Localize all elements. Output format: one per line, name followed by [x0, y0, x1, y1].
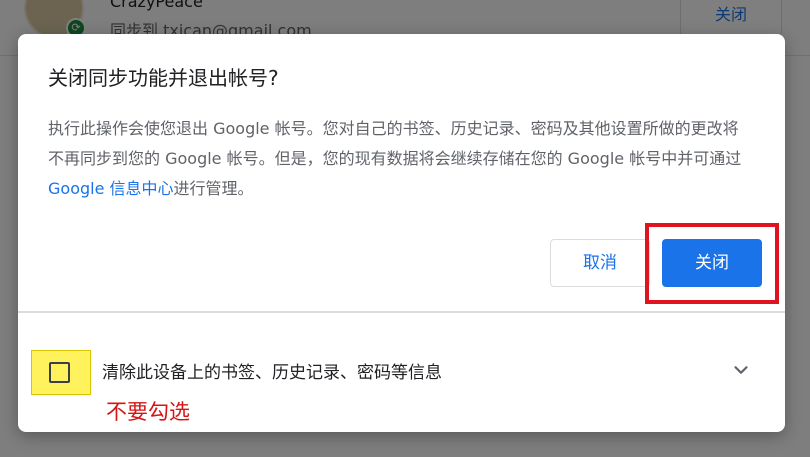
dialog-body: 执行此操作会使您退出 Google 帐号。您对自己的书签、历史记录、密码及其他设…	[48, 114, 753, 204]
dialog-body-text-end: 进行管理。	[173, 179, 254, 198]
turn-off-sync-dialog: 关闭同步功能并退出帐号? 执行此操作会使您退出 Google 帐号。您对自己的书…	[18, 34, 785, 432]
cancel-button[interactable]: 取消	[550, 239, 650, 287]
dialog-title: 关闭同步功能并退出帐号?	[48, 66, 279, 90]
annotation-note: 不要勾选	[106, 400, 190, 424]
clear-data-checkbox-label[interactable]: 清除此设备上的书签、历史记录、密码等信息	[102, 358, 442, 383]
dialog-body-text: 执行此操作会使您退出 Google 帐号。您对自己的书签、历史记录、密码及其他设…	[48, 119, 742, 168]
chevron-down-icon[interactable]	[730, 359, 752, 381]
google-dashboard-link[interactable]: Google 信息中心	[48, 179, 174, 198]
divider	[18, 311, 785, 313]
annotation-highlight-box	[645, 223, 779, 304]
clear-data-checkbox[interactable]	[49, 362, 70, 383]
